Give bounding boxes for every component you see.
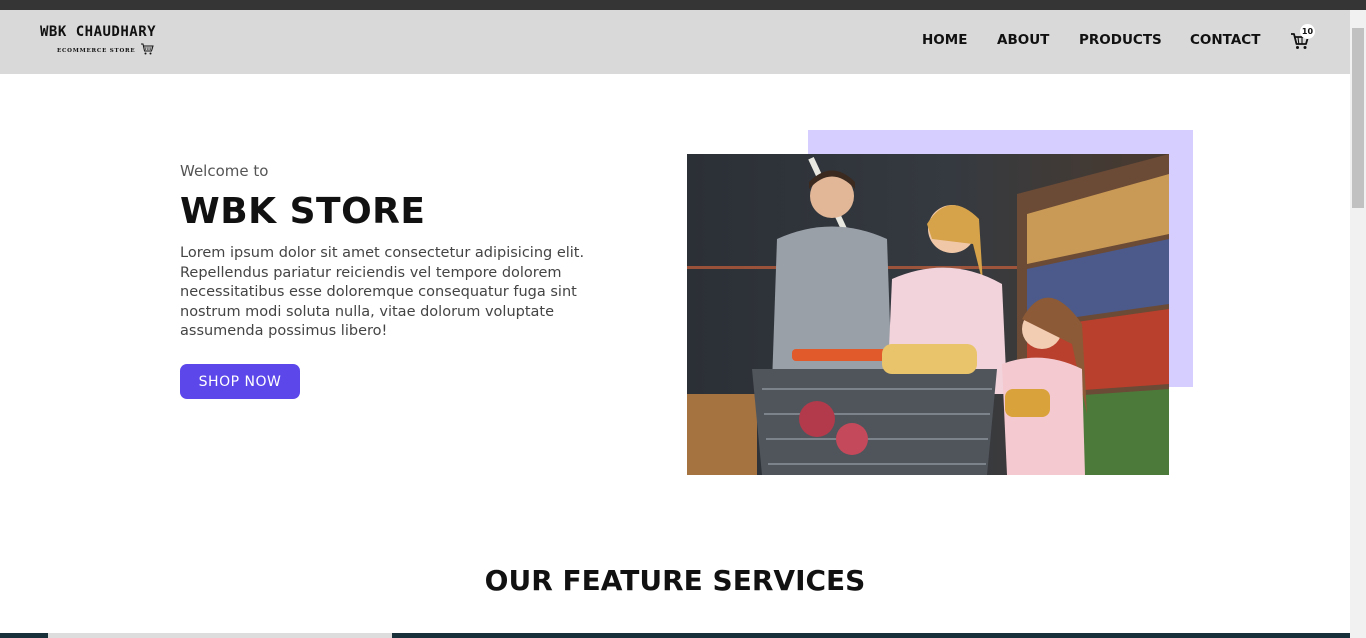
hero-title: WBK STORE	[180, 191, 426, 232]
cart-count-badge: 10	[1300, 24, 1315, 39]
feature-services-title: OUR FEATURE SERVICES	[484, 564, 866, 597]
logo-basket-icon	[141, 43, 154, 55]
shop-now-button[interactable]: SHOP NOW	[180, 364, 300, 399]
hero-description: Lorem ipsum dolor sit amet consectetur a…	[180, 245, 585, 339]
nav-contact[interactable]: CONTACT	[1190, 32, 1260, 52]
browser-top-bar	[0, 0, 1366, 10]
hero-family-shopping-photo	[687, 154, 1169, 475]
brand-tagline: ECOMMERCE STORE	[57, 48, 136, 54]
nav-products[interactable]: PRODUCTS	[1079, 32, 1162, 52]
nav-home[interactable]: HOME	[922, 32, 967, 52]
next-section-card-peek	[48, 633, 392, 638]
hero-photo-illustration	[687, 154, 1169, 475]
page-scrollbar[interactable]	[1350, 10, 1366, 638]
brand-name: WBK CHAUDHARY	[40, 24, 157, 40]
nav-about[interactable]: ABOUT	[997, 32, 1049, 52]
brand-logo[interactable]: WBK CHAUDHARY ECOMMERCE STORE	[40, 24, 170, 62]
scrollbar-thumb[interactable]	[1352, 28, 1364, 208]
hero-welcome: Welcome to	[180, 162, 269, 180]
